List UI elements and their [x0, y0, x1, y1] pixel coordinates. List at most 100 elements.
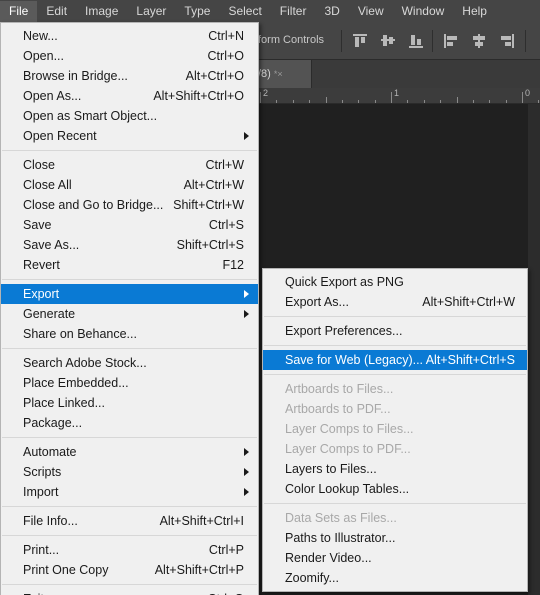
menu-item-close-and-go-to-bridge[interactable]: Close and Go to Bridge... Shift+Ctrl+W	[1, 195, 258, 215]
menu-item-automate[interactable]: Automate	[1, 442, 258, 462]
document-tab[interactable]: /8) *×	[255, 60, 312, 88]
menu-item-shortcut: Shift+Ctrl+W	[173, 198, 244, 212]
menubar-item-image[interactable]: Image	[76, 1, 127, 22]
ruler-major-tick	[260, 92, 261, 103]
submenu-arrow-icon	[244, 468, 249, 476]
ruler-minor-tick	[326, 97, 327, 103]
file-menu-panel: New... Ctrl+N Open... Ctrl+O Browse in Bridg…	[0, 22, 259, 595]
menu-item-scripts[interactable]: Scripts	[1, 462, 258, 482]
menubar-item-window[interactable]: Window	[393, 1, 454, 22]
menu-separator	[2, 584, 257, 585]
menu-item-color-lookup-tables[interactable]: Color Lookup Tables...	[263, 479, 527, 499]
menu-item-search-adobe-stock[interactable]: Search Adobe Stock...	[1, 353, 258, 373]
menu-item-label: Data Sets as Files...	[285, 511, 397, 525]
align-vertical-centers-icon[interactable]	[380, 33, 396, 49]
menu-item-quick-export-as-png[interactable]: Quick Export as PNG	[263, 272, 527, 292]
menu-item-label: Open Recent	[23, 129, 97, 143]
menubar-item-layer[interactable]: Layer	[127, 1, 175, 22]
menu-item-paths-to-illustrator[interactable]: Paths to Illustrator...	[263, 528, 527, 548]
menu-item-label: Import	[23, 485, 59, 499]
ruler-minor-tick	[506, 100, 507, 103]
menu-item-package[interactable]: Package...	[1, 413, 258, 433]
menu-item-label: File Info...	[23, 514, 78, 528]
menu-item-render-video[interactable]: Render Video...	[263, 548, 527, 568]
menu-item-label: Export Preferences...	[285, 324, 403, 338]
ruler-minor-tick	[489, 100, 490, 103]
menu-item-open[interactable]: Open... Ctrl+O	[1, 46, 258, 66]
menu-item-export-preferences[interactable]: Export Preferences...	[263, 321, 527, 341]
menu-item-layers-to-files[interactable]: Layers to Files...	[263, 459, 527, 479]
menu-separator	[2, 437, 257, 438]
menu-item-shortcut: Ctrl+Q	[208, 589, 244, 595]
menu-item-export[interactable]: Export	[1, 284, 258, 304]
options-separator-1	[341, 30, 342, 52]
menubar-item-type[interactable]: Type	[175, 1, 219, 22]
menubar-item-view[interactable]: View	[349, 1, 393, 22]
menu-item-open-as[interactable]: Open As... Alt+Shift+Ctrl+O	[1, 86, 258, 106]
menu-item-label: Quick Export as PNG	[285, 275, 404, 289]
ruler-label: 1	[394, 88, 400, 98]
menubar-item-edit[interactable]: Edit	[37, 1, 76, 22]
menubar-item-file[interactable]: File	[0, 0, 38, 22]
ruler-major-tick	[522, 92, 523, 103]
menu-item-label: Close and Go to Bridge...	[23, 198, 164, 212]
menu-item-close-all[interactable]: Close All Alt+Ctrl+W	[1, 175, 258, 195]
menu-item-open-recent[interactable]: Open Recent	[1, 126, 258, 146]
menu-item-label: Color Lookup Tables...	[285, 482, 410, 496]
menu-item-label: Exit	[23, 589, 44, 595]
menu-item-print[interactable]: Print... Ctrl+P	[1, 540, 258, 560]
menu-item-close[interactable]: Close Ctrl+W	[1, 155, 258, 175]
menu-separator	[264, 345, 526, 346]
export-submenu-panel: Quick Export as PNG Export As... Alt+Shift…	[262, 268, 528, 592]
menu-item-layer-comps-to-files: Layer Comps to Files...	[263, 419, 527, 439]
menu-item-save[interactable]: Save Ctrl+S	[1, 215, 258, 235]
align-left-edges-icon[interactable]	[443, 33, 459, 49]
photoshop-window: 210 /8) *× form Controls File Edit Image…	[0, 0, 540, 595]
menubar-item-3d[interactable]: 3D	[315, 1, 348, 22]
menubar-item-select[interactable]: Select	[219, 1, 270, 22]
menu-item-file-info[interactable]: File Info... Alt+Shift+Ctrl+I	[1, 511, 258, 531]
menubar-item-help[interactable]: Help	[453, 1, 496, 22]
menu-item-label: Place Embedded...	[23, 376, 129, 390]
menu-item-save-for-web-legacy[interactable]: Save for Web (Legacy)... Alt+Shift+Ctrl+S	[263, 350, 527, 370]
align-right-edges-icon[interactable]	[499, 33, 515, 49]
menu-item-place-linked[interactable]: Place Linked...	[1, 393, 258, 413]
menu-item-save-as[interactable]: Save As... Shift+Ctrl+S	[1, 235, 258, 255]
menu-item-print-one-copy[interactable]: Print One Copy Alt+Shift+Ctrl+P	[1, 560, 258, 580]
submenu-arrow-icon	[244, 448, 249, 456]
menu-item-label: Zoomify...	[285, 571, 339, 585]
menu-item-place-embedded[interactable]: Place Embedded...	[1, 373, 258, 393]
menu-item-zoomify[interactable]: Zoomify...	[263, 568, 527, 588]
menu-item-generate[interactable]: Generate	[1, 304, 258, 324]
align-horizontal-centers-icon[interactable]	[471, 33, 487, 49]
document-tab-title: /8)	[258, 68, 271, 80]
menu-separator	[264, 316, 526, 317]
document-tab-modified-marker: *×	[273, 69, 283, 79]
menu-item-label: Layer Comps to Files...	[285, 422, 414, 436]
ruler-minor-tick	[407, 100, 408, 103]
menu-item-revert[interactable]: Revert F12	[1, 255, 258, 275]
ruler-minor-tick	[293, 100, 294, 103]
ruler-major-tick	[391, 92, 392, 103]
horizontal-ruler[interactable]: 2 1 0	[255, 88, 540, 104]
menu-item-import[interactable]: Import	[1, 482, 258, 502]
submenu-arrow-icon	[244, 290, 249, 298]
align-top-edges-icon[interactable]	[352, 33, 368, 49]
menu-item-shortcut: Alt+Shift+Ctrl+S	[425, 353, 515, 367]
menu-item-label: Save	[23, 218, 52, 232]
menu-item-new[interactable]: New... Ctrl+N	[1, 26, 258, 46]
menu-item-browse-in-bridge[interactable]: Browse in Bridge... Alt+Ctrl+O	[1, 66, 258, 86]
menu-item-label: Artboards to Files...	[285, 382, 394, 396]
menu-item-open-as-smart-object[interactable]: Open as Smart Object...	[1, 106, 258, 126]
menu-item-shortcut: Alt+Shift+Ctrl+O	[153, 89, 244, 103]
align-bottom-edges-icon[interactable]	[408, 33, 424, 49]
menu-item-label: Export	[23, 287, 60, 301]
menubar-item-filter[interactable]: Filter	[271, 1, 316, 22]
menu-item-share-on-behance[interactable]: Share on Behance...	[1, 324, 258, 344]
menu-item-exit[interactable]: Exit Ctrl+Q	[1, 589, 258, 595]
menu-item-label: Layer Comps to PDF...	[285, 442, 411, 456]
menu-item-shortcut: Alt+Shift+Ctrl+I	[159, 514, 244, 528]
menu-separator	[2, 279, 257, 280]
menu-item-export-as[interactable]: Export As... Alt+Shift+Ctrl+W	[263, 292, 527, 312]
menu-item-shortcut: Ctrl+W	[205, 158, 244, 172]
